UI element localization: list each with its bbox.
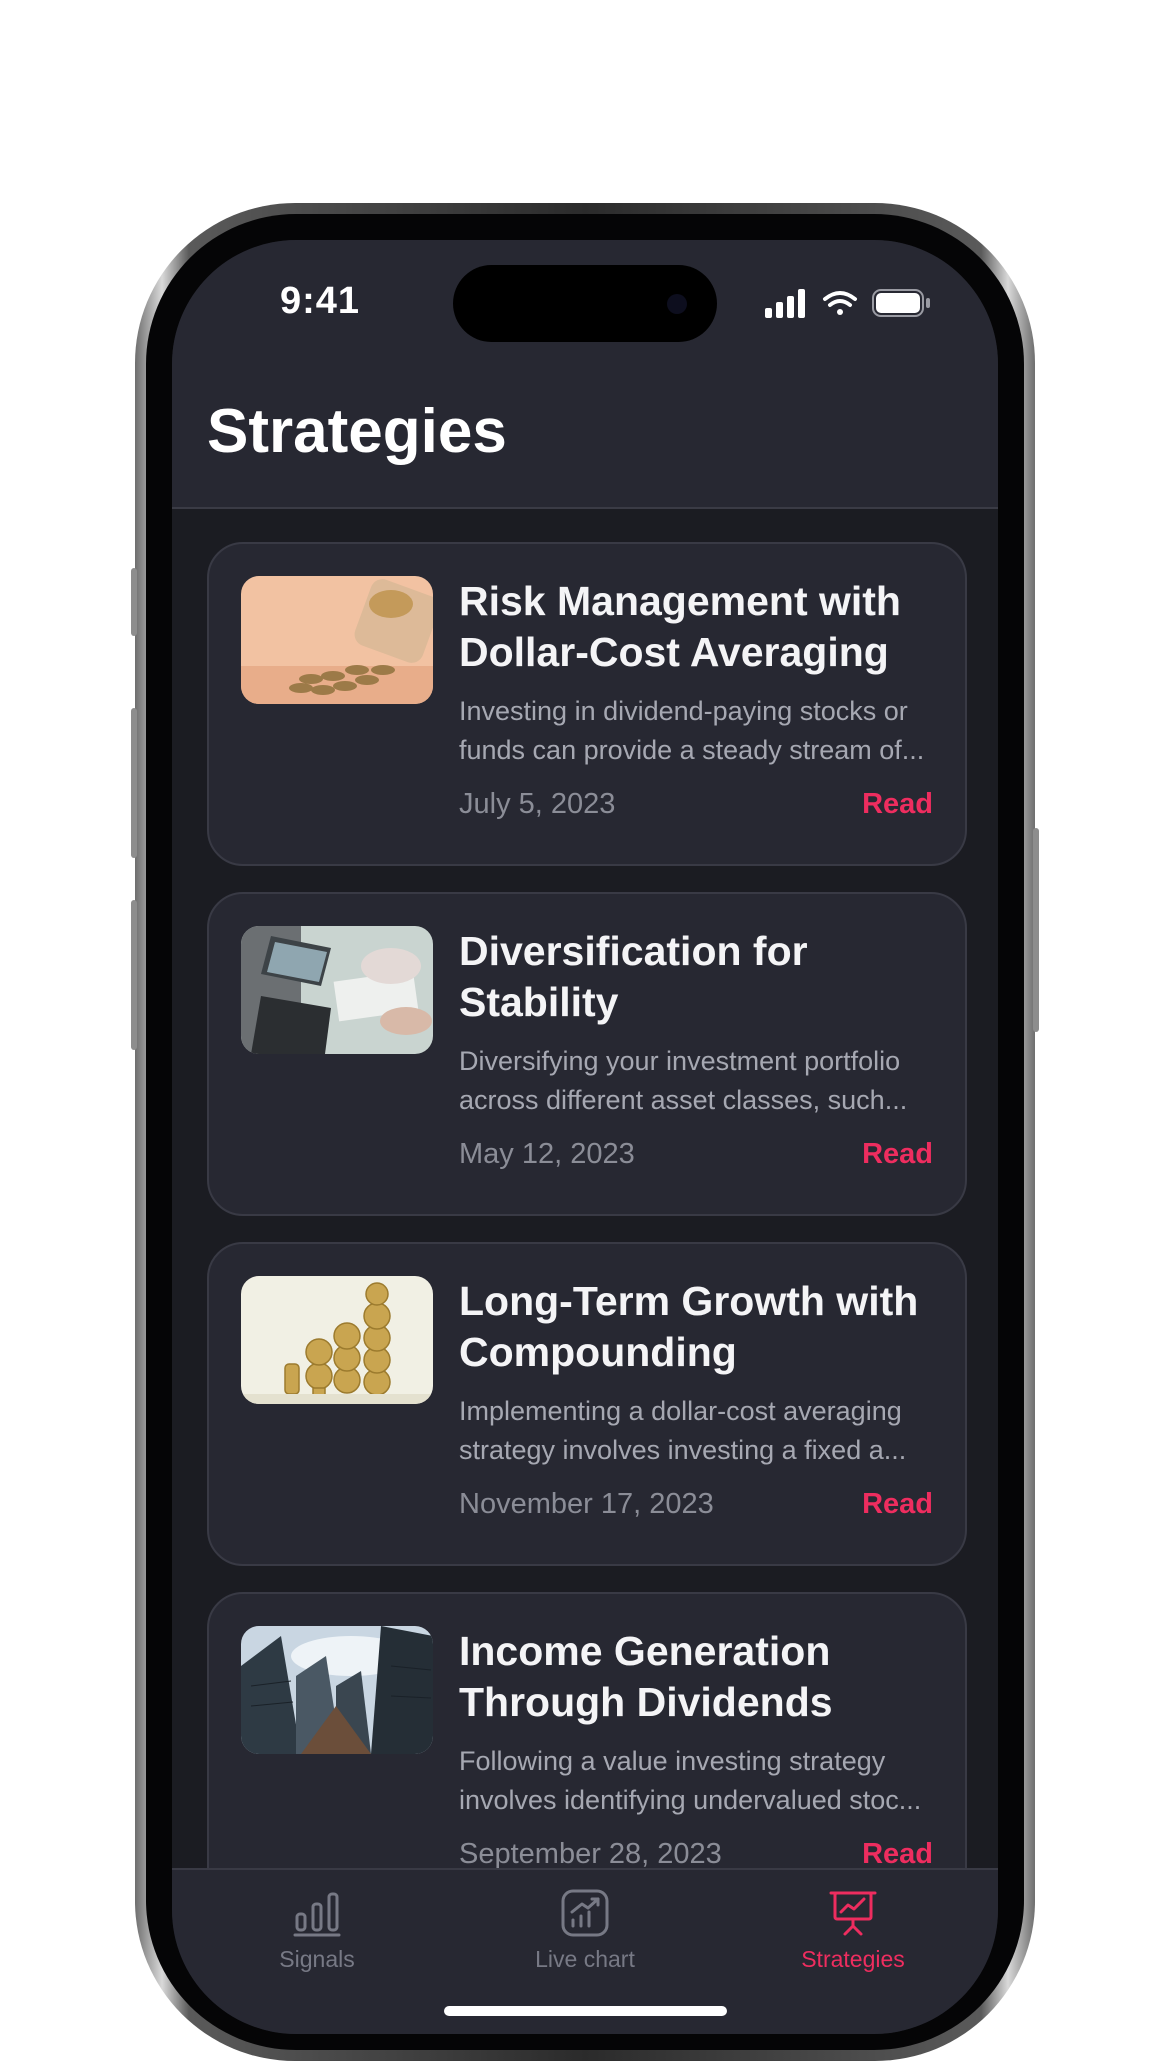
bar-chart-icon xyxy=(293,1892,341,1937)
coins-jar-image xyxy=(241,576,433,704)
volume-up-button xyxy=(131,708,137,858)
action-button xyxy=(131,568,137,636)
card-date: September 28, 2023 xyxy=(459,1838,722,1870)
wifi-icon xyxy=(823,291,857,315)
card-description: Investing in dividend-paying stocks or f… xyxy=(459,696,925,765)
read-button[interactable]: Read xyxy=(862,1138,933,1171)
skyscrapers-image xyxy=(241,1626,433,1754)
strategy-card[interactable]: Diversification for Stability Diversifyi… xyxy=(207,892,967,1216)
laptop-meeting-image xyxy=(241,926,433,1054)
cellular-signal-icon xyxy=(765,289,805,318)
read-button[interactable]: Read xyxy=(862,788,933,821)
tab-label: Signals xyxy=(279,1946,355,1972)
tab-signals[interactable]: Signals xyxy=(207,1888,427,1973)
card-title: Income Generation Through Dividends xyxy=(459,1628,833,1725)
status-bar: 9:41 xyxy=(172,240,998,380)
card-date: May 12, 2023 xyxy=(459,1138,635,1170)
coin-stacks-image xyxy=(241,1276,433,1404)
card-description: Following a value investing strategy inv… xyxy=(459,1746,922,1815)
volume-down-button xyxy=(131,900,137,1050)
strategy-card[interactable]: Long-Term Growth with Compounding Implem… xyxy=(207,1242,967,1566)
tab-live-chart[interactable]: Live chart xyxy=(475,1888,695,1973)
page-title: Strategies xyxy=(207,397,507,466)
front-camera-icon xyxy=(667,294,687,314)
page-header: Strategies xyxy=(172,380,998,509)
card-date: November 17, 2023 xyxy=(459,1488,714,1520)
status-time: 9:41 xyxy=(280,280,361,322)
strategy-card[interactable]: Risk Management with Dollar-Cost Averagi… xyxy=(207,542,967,866)
tab-label: Strategies xyxy=(801,1946,905,1972)
power-button xyxy=(1033,828,1039,1032)
tab-strategies[interactable]: Strategies xyxy=(743,1888,963,1973)
app-screen: 9:41 Strategies Risk Management with Dol… xyxy=(172,240,998,2034)
dynamic-island xyxy=(453,265,717,342)
battery-icon xyxy=(872,289,930,317)
tab-label: Live chart xyxy=(535,1946,635,1972)
home-indicator[interactable] xyxy=(444,2006,727,2016)
read-button[interactable]: Read xyxy=(862,1488,933,1521)
status-icons xyxy=(765,289,930,318)
card-title: Long-Term Growth with Compounding xyxy=(459,1278,919,1375)
presentation-icon xyxy=(829,1891,877,1936)
trend-chart-icon xyxy=(561,1889,609,1937)
card-description: Diversifying your investment portfolio a… xyxy=(459,1046,908,1115)
card-date: July 5, 2023 xyxy=(459,788,616,820)
read-button[interactable]: Read xyxy=(862,1838,933,1871)
card-title: Risk Management with Dollar-Cost Averagi… xyxy=(459,578,901,675)
card-title: Diversification for Stability xyxy=(459,928,808,1025)
card-description: Implementing a dollar-cost averaging str… xyxy=(459,1396,907,1465)
